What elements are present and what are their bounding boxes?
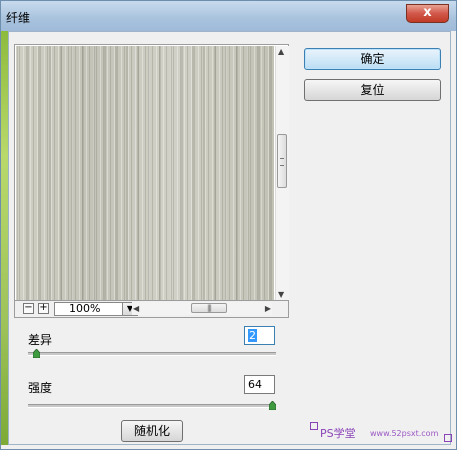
strength-value: 64 (248, 378, 262, 391)
zoom-level-select[interactable]: 100% ▼ (54, 302, 138, 316)
variance-label: 差异 (28, 333, 53, 347)
randomize-button[interactable]: 随机化 (121, 420, 183, 442)
watermark-brand: PS学堂 (320, 427, 356, 440)
zoom-level-value: 100% (69, 302, 101, 315)
preview-toolbar: − + 100% ▼ ◀ ||| ▶ (14, 301, 289, 318)
preview-panel: ▲ ▼ (14, 44, 289, 301)
zoom-out-button[interactable]: − (23, 303, 34, 314)
watermark-url: www.52psxt.com (370, 429, 439, 438)
scroll-down-icon[interactable]: ▼ (278, 290, 284, 299)
preview-image[interactable] (16, 46, 274, 300)
scroll-up-icon[interactable]: ▲ (278, 47, 284, 56)
watermark-logo: PS学堂 www.52psxt.com (310, 422, 452, 442)
variance-input[interactable]: 2 (244, 326, 275, 345)
variance-value: 2 (248, 329, 257, 342)
ok-button[interactable]: 确定 (304, 48, 441, 70)
preview-vertical-scrollbar[interactable]: ▲ ▼ (275, 46, 289, 300)
strength-input[interactable]: 64 (244, 375, 275, 394)
variance-slider-track[interactable] (28, 352, 276, 356)
strength-label: 强度 (28, 381, 53, 395)
preview-horizontal-scrollbar[interactable]: ◀ ||| ▶ (132, 302, 272, 315)
zoom-in-button[interactable]: + (38, 303, 49, 314)
strength-slider-thumb[interactable] (269, 401, 276, 410)
reset-button[interactable]: 复位 (304, 79, 441, 101)
close-button[interactable]: x (406, 4, 449, 23)
dialog-title: 纤维 (6, 11, 31, 25)
watermark-corner-icon (444, 434, 452, 442)
strength-slider-track[interactable] (28, 404, 276, 408)
title-bar[interactable]: 纤维 x (1, 1, 456, 31)
scroll-left-icon[interactable]: ◀ (133, 302, 139, 315)
background-strip (1, 31, 8, 445)
horizontal-scroll-thumb[interactable]: ||| (191, 303, 227, 313)
scroll-right-icon[interactable]: ▶ (265, 302, 271, 315)
filter-dialog: 纤维 x ▲ ▼ − + 100% ▼ ◀ ||| ▶ 确定 复位 差异 2 强… (0, 0, 457, 450)
vertical-scroll-thumb[interactable] (277, 134, 287, 188)
variance-slider-thumb[interactable] (32, 349, 40, 358)
watermark-corner-icon (310, 422, 318, 430)
